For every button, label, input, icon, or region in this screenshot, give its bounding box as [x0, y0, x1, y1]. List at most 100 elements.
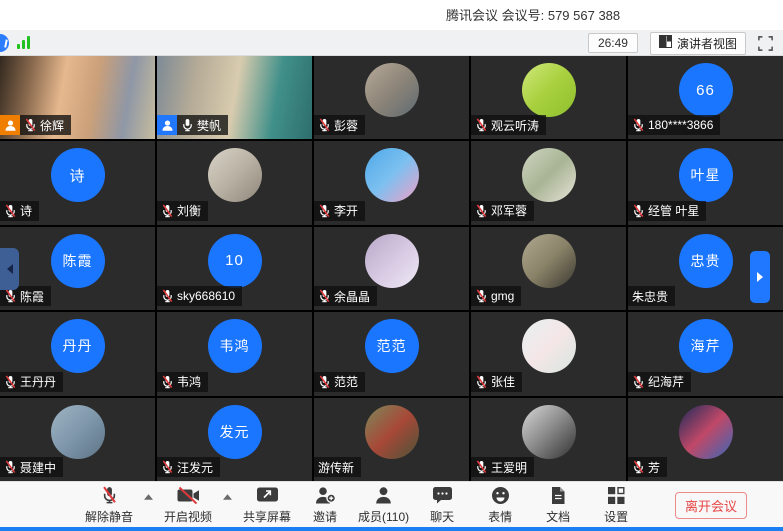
participant-tile-3[interactable]: 彭蓉: [314, 56, 469, 139]
prev-page-button[interactable]: [0, 248, 19, 290]
fullscreen-icon[interactable]: [758, 36, 773, 51]
document-icon: [550, 485, 566, 505]
security-shield-icon[interactable]: [0, 34, 9, 52]
participant-name: 王丹丹: [20, 373, 56, 390]
participant-tile-17[interactable]: 韦鸿 韦鸿: [157, 312, 312, 395]
participant-label: gmg: [471, 286, 521, 306]
participant-tile-23[interactable]: 游传新: [314, 398, 469, 481]
chat-icon: [432, 485, 453, 505]
avatar-initials: 诗: [51, 148, 105, 202]
participant-tile-24[interactable]: 王爱明: [471, 398, 626, 481]
participant-name: 范范: [334, 373, 358, 390]
participant-label: sky668610: [157, 286, 242, 306]
participant-tile-4[interactable]: 观云听涛: [471, 56, 626, 139]
participant-tile-20[interactable]: 海芹 纪海芹: [628, 312, 783, 395]
mic-on-icon: [181, 118, 194, 132]
toolbar-label: 聊天: [430, 508, 454, 525]
participant-label: 余晶晶: [314, 286, 377, 306]
participant-name: 诗: [20, 202, 32, 219]
avatar-photo: [679, 405, 733, 459]
participant-tile-19[interactable]: 张佳: [471, 312, 626, 395]
participant-tile-12[interactable]: 10 sky668610: [157, 227, 312, 310]
toolbar-label: 开启视频: [164, 508, 212, 525]
participant-label: 诗: [0, 201, 39, 221]
toolbar-button-chat[interactable]: 聊天: [417, 485, 467, 525]
members-icon: [374, 485, 393, 505]
participant-tile-7[interactable]: 刘衡: [157, 141, 312, 224]
controls-bar: 26:49 演讲者视图: [0, 30, 783, 56]
network-signal-icon: [17, 36, 30, 49]
toolbar-button-settings[interactable]: 设置: [591, 485, 641, 525]
toolbar-button-camera-muted[interactable]: 开启视频: [163, 485, 213, 525]
mic-muted-icon: [161, 204, 174, 218]
participant-label: 王爱明: [471, 457, 534, 477]
participant-name: 王爱明: [491, 459, 527, 476]
participant-label: 游传新: [314, 457, 361, 477]
toolbar-label: 表情: [488, 508, 512, 525]
screen-share-icon: [256, 485, 279, 505]
meeting-title: 腾讯会议 会议号: 579 567 388: [446, 5, 620, 24]
toolbar-button-emoji[interactable]: 表情: [475, 485, 525, 525]
participant-name: 芳: [648, 459, 660, 476]
participant-tile-9[interactable]: 邓军蓉: [471, 141, 626, 224]
participant-name: 徐辉: [40, 117, 64, 134]
participant-tile-8[interactable]: 李开: [314, 141, 469, 224]
participant-tile-5[interactable]: 66 180****3866: [628, 56, 783, 139]
participant-tile-6[interactable]: 诗 诗: [0, 141, 155, 224]
mic-muted-icon: [475, 204, 488, 218]
participant-name: 彭蓉: [334, 117, 358, 134]
mic-muted-icon: [318, 289, 331, 303]
toolbar-button-invite[interactable]: 邀请: [300, 485, 350, 525]
participant-tile-11[interactable]: 陈霞 陈霞: [0, 227, 155, 310]
toolbar-label: 共享屏幕: [243, 508, 291, 525]
toolbar-label: 解除静音: [85, 508, 133, 525]
participant-name: gmg: [491, 289, 514, 303]
participant-tile-13[interactable]: 余晶晶: [314, 227, 469, 310]
mic-muted-icon: [475, 460, 488, 474]
participant-name: 余晶晶: [334, 288, 370, 305]
layout-icon: [659, 35, 672, 51]
caret-up-icon[interactable]: [223, 494, 232, 500]
participant-name: 经管 叶星: [648, 202, 699, 219]
avatar-photo: [365, 63, 419, 117]
participant-tile-21[interactable]: 聂建中: [0, 398, 155, 481]
mic-muted-icon: [475, 289, 488, 303]
mic-muted-icon: [161, 289, 174, 303]
mic-muted-icon: [161, 460, 174, 474]
video-feed-1[interactable]: 徐辉: [0, 56, 155, 139]
mic-muted-icon: [318, 118, 331, 132]
mic-muted-icon: [4, 375, 17, 389]
participant-name: 聂建中: [20, 459, 56, 476]
participant-name: sky668610: [177, 289, 235, 303]
mic-muted-icon: [632, 118, 645, 132]
mic-muted-icon: [632, 460, 645, 474]
participant-tile-10[interactable]: 叶星 经管 叶星: [628, 141, 783, 224]
speaker-view-button[interactable]: 演讲者视图: [650, 32, 746, 55]
mic-muted-icon: [318, 375, 331, 389]
participant-name: 180****3866: [648, 118, 713, 132]
participant-tile-25[interactable]: 芳: [628, 398, 783, 481]
mic-muted-icon: [24, 118, 37, 132]
participant-label: 聂建中: [0, 457, 63, 477]
toolbar-label: 成员(110): [358, 508, 409, 525]
avatar-photo: [208, 148, 262, 202]
avatar-photo: [365, 148, 419, 202]
toolbar-button-members[interactable]: 成员(110): [358, 485, 409, 525]
caret-up-icon[interactable]: [144, 494, 153, 500]
toolbar-label: 邀请: [313, 508, 337, 525]
participant-tile-14[interactable]: gmg: [471, 227, 626, 310]
participant-tile-18[interactable]: 范范 范范: [314, 312, 469, 395]
title-bar: 腾讯会议 会议号: 579 567 388: [0, 0, 783, 30]
toolbar-button-document[interactable]: 文档: [533, 485, 583, 525]
mic-muted-icon: [632, 375, 645, 389]
participant-tile-22[interactable]: 发元 汪发元: [157, 398, 312, 481]
participant-label: 范范: [314, 372, 365, 392]
video-feed-2[interactable]: 樊帆: [157, 56, 312, 139]
toolbar-button-mic-muted[interactable]: 解除静音: [84, 485, 134, 525]
toolbar-button-screen-share[interactable]: 共享屏幕: [242, 485, 292, 525]
participant-label: 王丹丹: [0, 372, 63, 392]
participant-name: 韦鸿: [177, 373, 201, 390]
next-page-button[interactable]: [750, 251, 770, 303]
leave-meeting-button[interactable]: 离开会议: [675, 492, 747, 519]
participant-tile-16[interactable]: 丹丹 王丹丹: [0, 312, 155, 395]
